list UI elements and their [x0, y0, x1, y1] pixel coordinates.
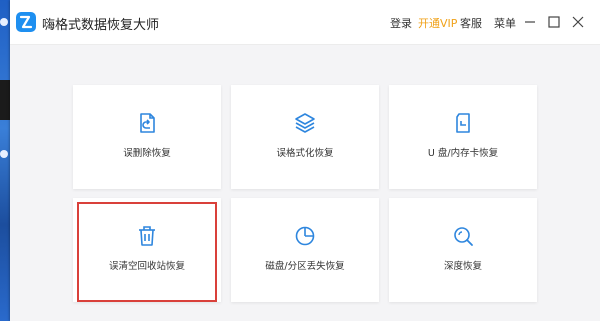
desktop-icon[interactable] — [0, 150, 8, 158]
card-format-recovery[interactable]: 误格式化恢复 — [231, 85, 379, 189]
magnifier-icon — [454, 227, 473, 246]
card-partition-recovery[interactable]: 磁盘/分区丢失恢复 — [231, 198, 379, 302]
desktop-icon[interactable] — [0, 18, 8, 26]
card-label: 误清空回收站恢复 — [108, 261, 185, 272]
card-usb-recovery[interactable]: U 盘/内存卡恢复 — [389, 85, 537, 189]
menu-link[interactable]: 菜单 — [494, 15, 516, 31]
title-bar: 嗨格式数据恢复大师 登录 开通VIP 客服 菜单 — [10, 0, 600, 45]
card-deleted-recovery[interactable]: 误删除恢复 — [73, 85, 221, 189]
sd-card-icon — [456, 113, 470, 133]
card-label: 误删除恢复 — [123, 148, 171, 159]
desktop-background — [0, 0, 10, 321]
card-label: U 盘/内存卡恢复 — [427, 148, 499, 159]
trash-icon — [139, 226, 155, 246]
card-recycle-bin-recovery[interactable]: 误清空回收站恢复 — [73, 198, 221, 302]
desktop-icon-block — [0, 80, 10, 120]
pie-chart-icon — [295, 226, 315, 246]
card-label: 深度恢复 — [443, 261, 482, 272]
vip-link[interactable]: 开通VIP — [418, 15, 457, 31]
card-label: 磁盘/分区丢失恢复 — [265, 261, 345, 272]
card-deep-recovery[interactable]: 深度恢复 — [389, 198, 537, 302]
app-window: 嗨格式数据恢复大师 登录 开通VIP 客服 菜单 误删除恢复 误格式化恢复 U … — [10, 0, 600, 321]
maximize-icon[interactable] — [546, 14, 562, 30]
login-link[interactable]: 登录 — [390, 15, 412, 31]
card-label: 误格式化恢复 — [276, 148, 334, 159]
minimize-icon[interactable] — [522, 14, 538, 30]
restore-file-icon — [140, 113, 155, 133]
app-title: 嗨格式数据恢复大师 — [42, 18, 160, 33]
app-logo-icon — [16, 12, 36, 32]
close-icon[interactable] — [570, 14, 586, 30]
layers-icon — [295, 113, 315, 133]
support-link[interactable]: 客服 — [460, 15, 482, 31]
